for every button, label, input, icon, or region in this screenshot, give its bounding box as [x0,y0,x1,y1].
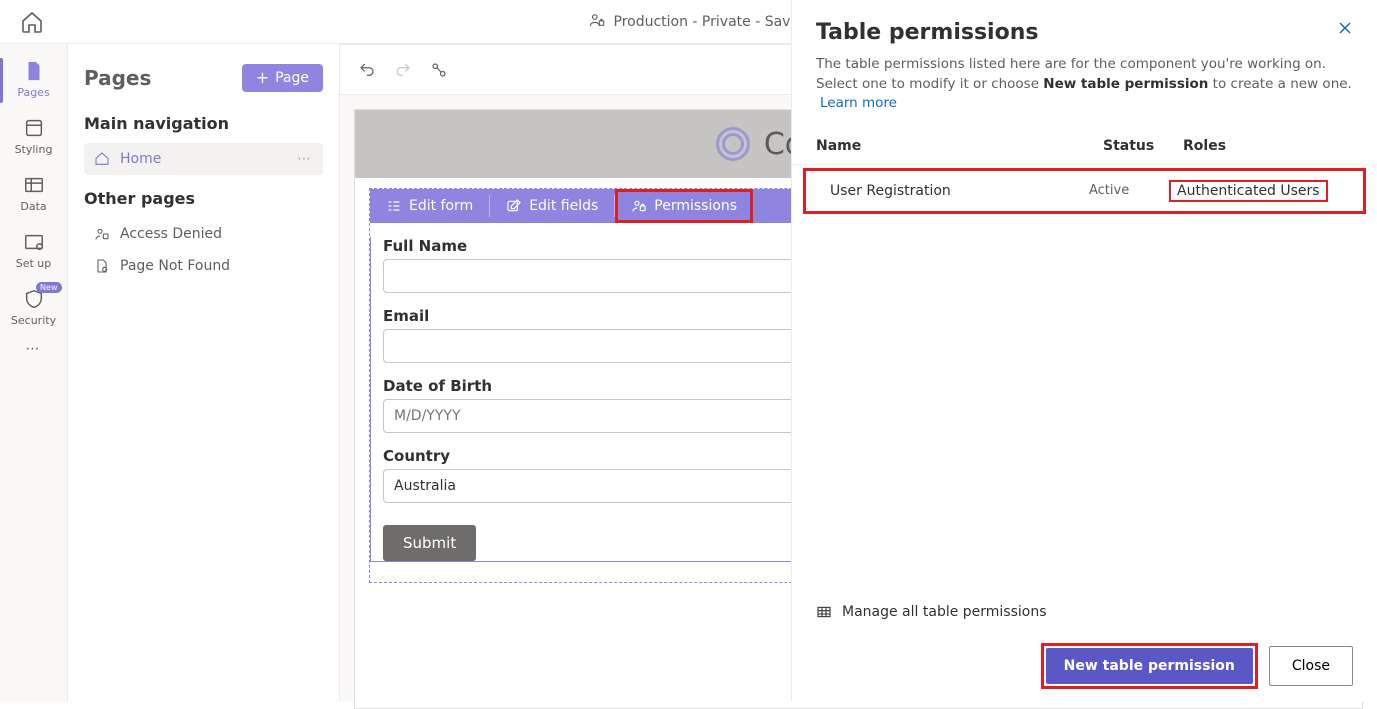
page-not-found-row[interactable]: Page Not Found [84,250,323,282]
close-button[interactable]: Close [1269,646,1353,686]
table-icon [816,604,832,620]
page-not-found-label: Page Not Found [120,258,230,274]
row-roles-text: Authenticated Users [1169,180,1328,202]
rail-styling-label: Styling [15,143,53,156]
permissions-table-header: Name Status Roles [792,128,1377,165]
add-page-button[interactable]: + Page [242,64,323,92]
submit-button[interactable]: Submit [383,525,476,561]
add-page-label: Page [275,70,309,86]
workspace-label[interactable]: Production - Private - Saved [614,14,808,30]
page-home-row[interactable]: Home ⋯ [84,143,323,175]
row-status: Active [1089,183,1169,198]
country-value: Australia [394,478,456,494]
panel-footer: New table permission Close [792,630,1377,702]
rail-security[interactable]: New Security [0,280,68,337]
home-icon[interactable] [20,10,44,34]
new-table-permission-button[interactable]: New table permission [1046,648,1253,684]
people-lock-icon [588,11,606,33]
page-access-denied-label: Access Denied [120,226,222,242]
panel-desc-bold: New table permission [1043,76,1208,92]
edit-fields-button[interactable]: Edit fields [490,189,614,223]
logo-icon [716,127,750,161]
primary-button-highlight: New table permission [1044,646,1255,686]
edit-form-button[interactable]: Edit form [370,189,489,223]
redo-icon[interactable] [394,61,412,79]
panel-description: The table permissions listed here are fo… [792,55,1377,128]
page-home-menu[interactable]: ⋯ [297,151,313,167]
permissions-button[interactable]: Permissions [615,189,753,223]
col-name: Name [816,138,1103,154]
panel-title: Table permissions [816,20,1038,45]
permission-row-highlight: User Registration Active Authenticated U… [806,171,1363,211]
person-lock-icon [94,226,110,242]
pages-title: Pages [84,66,151,90]
plus-icon: + [256,70,269,86]
row-name: User Registration [830,183,1089,199]
page-access-denied-row[interactable]: Access Denied [84,218,323,250]
left-rail: Pages Styling Data Set up New Security ⋯ [0,44,68,702]
undo-icon[interactable] [358,61,376,79]
rail-pages-label: Pages [17,86,49,99]
permissions-icon [631,198,647,214]
col-roles: Roles [1183,138,1353,154]
main-nav-heading: Main navigation [84,114,323,133]
pages-panel: Pages + Page Main navigation Home ⋯ Othe… [68,44,340,702]
rail-data[interactable]: Data [0,166,68,223]
rail-data-label: Data [20,200,46,213]
fields-icon [506,198,522,214]
learn-more-link[interactable]: Learn more [820,95,897,111]
page-home-label: Home [120,151,161,167]
manage-all-label: Manage all table permissions [842,604,1047,620]
permission-row[interactable]: User Registration Active Authenticated U… [806,173,1363,209]
page-warning-icon [94,258,110,274]
close-icon[interactable] [1337,20,1353,36]
rail-pages[interactable]: Pages [0,52,68,109]
permissions-panel: Table permissions The table permissions … [791,0,1377,702]
other-pages-heading: Other pages [84,189,323,208]
rail-setup-label: Set up [16,257,52,270]
col-status: Status [1103,138,1183,154]
link-icon[interactable] [430,61,448,79]
rail-styling[interactable]: Styling [0,109,68,166]
form-icon [386,198,402,214]
row-roles: Authenticated Users [1169,183,1339,199]
rail-security-label: Security [11,314,56,327]
manage-all-link[interactable]: Manage all table permissions [792,594,1377,630]
rail-more[interactable]: ⋯ [26,341,42,357]
permissions-label: Permissions [654,198,737,214]
edit-form-label: Edit form [409,198,473,214]
panel-desc-suffix: to create a new one. [1208,76,1351,92]
rail-setup[interactable]: Set up [0,223,68,280]
home-icon [94,151,110,167]
new-badge: New [36,282,61,293]
edit-fields-label: Edit fields [529,198,598,214]
